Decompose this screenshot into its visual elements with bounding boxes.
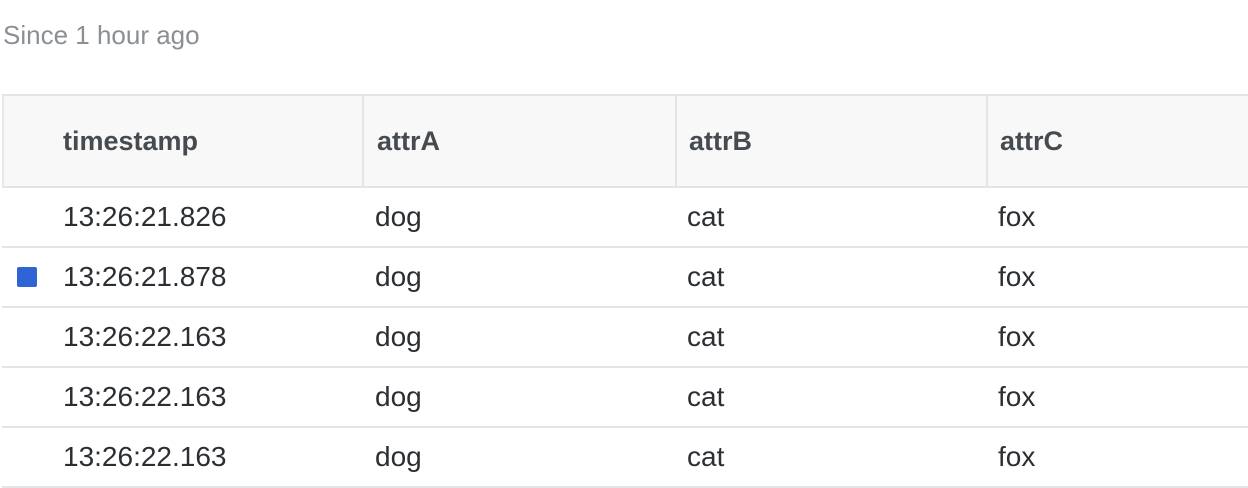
attrb-cell: cat bbox=[687, 321, 725, 352]
timestamp-cell: 13:26:21.878 bbox=[63, 261, 227, 292]
attrb-cell: cat bbox=[687, 441, 725, 472]
timestamp-cell: 13:26:21.826 bbox=[63, 201, 227, 232]
column-header-attrc[interactable]: attrC bbox=[986, 96, 1248, 186]
attra-cell: dog bbox=[375, 261, 422, 292]
attra-cell: dog bbox=[375, 381, 422, 412]
table-row[interactable]: 13:26:21.878 dog cat fox bbox=[2, 248, 1248, 308]
table-row[interactable]: 13:26:22.163 dog cat fox bbox=[2, 368, 1248, 428]
attra-cell: dog bbox=[375, 441, 422, 472]
attrc-cell: fox bbox=[998, 261, 1036, 292]
attrc-cell: fox bbox=[998, 441, 1036, 472]
series-marker-icon bbox=[17, 267, 37, 287]
timestamp-cell: 13:26:22.163 bbox=[63, 321, 227, 352]
attrc-cell: fox bbox=[998, 321, 1036, 352]
attrb-cell: cat bbox=[687, 381, 725, 412]
time-range-label: Since 1 hour ago bbox=[3, 20, 200, 50]
events-table: timestamp attrA attrB attrC 13:26:21.826… bbox=[2, 94, 1248, 488]
column-header-attra[interactable]: attrA bbox=[362, 96, 675, 186]
timestamp-cell: 13:26:22.163 bbox=[63, 381, 227, 412]
table-row[interactable]: 13:26:21.826 dog cat fox bbox=[2, 188, 1248, 248]
attrc-cell: fox bbox=[998, 201, 1036, 232]
attrb-cell: cat bbox=[687, 261, 725, 292]
attrc-cell: fox bbox=[998, 381, 1036, 412]
table-row[interactable]: 13:26:22.163 dog cat fox bbox=[2, 428, 1248, 488]
column-header-timestamp[interactable]: timestamp bbox=[4, 96, 362, 186]
timestamp-cell: 13:26:22.163 bbox=[63, 441, 227, 472]
table-row[interactable]: 13:26:22.163 dog cat fox bbox=[2, 308, 1248, 368]
attra-cell: dog bbox=[375, 321, 422, 352]
attra-cell: dog bbox=[375, 201, 422, 232]
table-header: timestamp attrA attrB attrC bbox=[2, 96, 1248, 188]
column-header-attrb[interactable]: attrB bbox=[675, 96, 986, 186]
attrb-cell: cat bbox=[687, 201, 725, 232]
